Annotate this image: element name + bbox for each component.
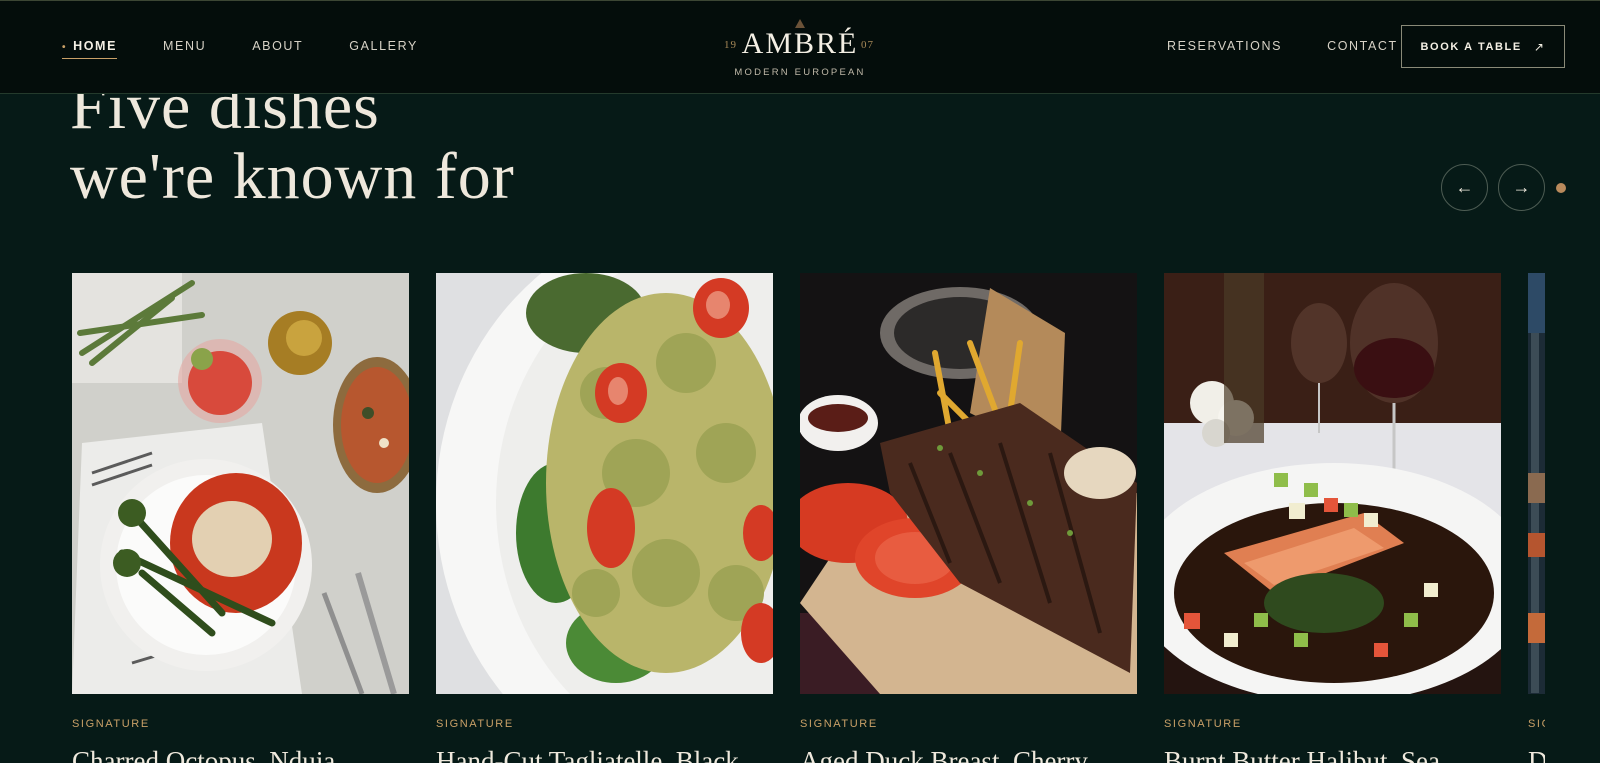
dish-tag: SIGNATURE xyxy=(72,718,150,730)
carousel-pager-dot[interactable] xyxy=(1556,183,1566,193)
dish-photo-salmon xyxy=(1164,273,1501,694)
dish-title: D xyxy=(1528,746,1545,763)
dish-card[interactable]: SIGNATURE Hand-Cut Tagliatelle, Black xyxy=(436,273,773,763)
dish-card[interactable]: SIGNATURE Burnt Butter Halibut, Sea xyxy=(1164,273,1501,763)
dish-title: Hand-Cut Tagliatelle, Black xyxy=(436,746,739,763)
carousel-prev-button[interactable]: ← xyxy=(1441,164,1488,211)
arrow-up-right-icon: ↗ xyxy=(1533,39,1546,54)
dish-photo-ribs xyxy=(800,273,1137,694)
dish-photo-interior xyxy=(1528,273,1545,694)
brand-year-right: 07 xyxy=(861,39,874,51)
dish-tag: SIGNATURE xyxy=(436,718,514,730)
dish-title: Burnt Butter Halibut, Sea xyxy=(1164,746,1440,763)
section-heading-line2: we're known for xyxy=(70,140,515,213)
book-table-button[interactable]: BOOK A TABLE ↗ xyxy=(1401,25,1565,68)
active-indicator-dot: • xyxy=(62,42,68,53)
arrow-right-icon: → xyxy=(1512,177,1531,197)
brand-tagline: MODERN EUROPEAN xyxy=(734,67,866,78)
carousel-next-button[interactable]: → xyxy=(1498,164,1545,211)
site-header: • HOME MENU ABOUT GALLERY 19 AMBRÉ 07 MOD… xyxy=(0,0,1600,94)
dish-photo-octopus xyxy=(72,273,409,694)
arrow-left-icon: ← xyxy=(1455,177,1474,197)
dish-photo-pasta xyxy=(436,273,773,694)
nav-link-menu[interactable]: MENU xyxy=(163,39,206,59)
dish-card[interactable]: SIGNATURE Aged Duck Breast, Cherry xyxy=(800,273,1137,763)
nav-link-home[interactable]: • HOME xyxy=(62,39,118,59)
dish-card[interactable]: SIGNATURE Charred Octopus, Nduja xyxy=(72,273,409,763)
nav-link-about[interactable]: ABOUT xyxy=(252,39,303,59)
primary-nav-left: • HOME MENU ABOUT GALLERY xyxy=(62,39,464,59)
dish-tag: SIGNATURE xyxy=(1164,718,1242,730)
book-table-label: BOOK A TABLE xyxy=(1420,40,1522,53)
nav-link-reservations[interactable]: RESERVATIONS xyxy=(1167,39,1282,59)
dish-tag: SIGNATURE xyxy=(800,718,878,730)
dish-title: Aged Duck Breast, Cherry xyxy=(800,746,1088,763)
nav-link-contact[interactable]: CONTACT xyxy=(1327,39,1398,59)
dish-card[interactable]: SIG D xyxy=(1528,273,1545,763)
dish-title: Charred Octopus, Nduja xyxy=(72,746,336,763)
nav-link-gallery[interactable]: GALLERY xyxy=(349,39,418,59)
dish-tag: SIG xyxy=(1528,718,1545,730)
brand-logo[interactable]: 19 AMBRÉ 07 MODERN EUROPEAN xyxy=(700,17,900,81)
